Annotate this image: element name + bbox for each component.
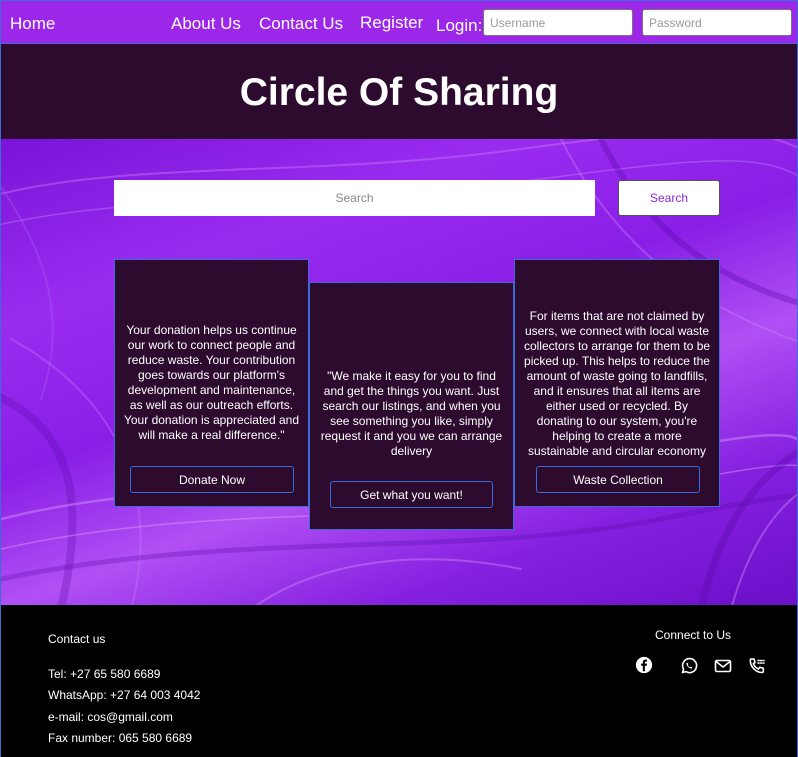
whatsapp-icon[interactable] xyxy=(679,656,699,676)
get-items-card-text: "We make it easy for you to find and get… xyxy=(320,369,503,458)
contact-email: e-mail: cos@gmail.com xyxy=(48,710,173,724)
site-title: Circle Of Sharing xyxy=(239,71,559,114)
facebook-icon[interactable] xyxy=(635,656,655,676)
waste-collection-card-text: For items that are not claimed by users,… xyxy=(523,309,711,458)
login-label: Login: xyxy=(436,16,483,35)
waste-collection-card: For items that are not claimed by users,… xyxy=(514,259,720,507)
nav-home-link[interactable]: Home xyxy=(10,14,55,34)
nav-register-link[interactable]: Register xyxy=(360,13,423,33)
password-input[interactable] xyxy=(642,9,792,36)
get-items-card: "We make it easy for you to find and get… xyxy=(309,282,514,530)
contact-fax: Fax number: 065 580 6689 xyxy=(48,731,193,745)
waste-collection-button[interactable]: Waste Collection xyxy=(536,466,700,493)
hero-section: Search Your donation helps us continue o… xyxy=(0,139,798,605)
connect-heading: Connect to Us xyxy=(655,628,732,642)
donate-now-button[interactable]: Donate Now xyxy=(130,466,294,493)
top-navbar: Home About Us Contact Us Register Login: xyxy=(0,0,798,44)
contact-tel: Tel: +27 65 580 6689 xyxy=(48,667,161,681)
contact-whatsapp: WhatsApp: +27 64 003 4042 xyxy=(48,688,201,702)
nav-contact-link[interactable]: Contact Us xyxy=(259,14,343,34)
donation-card-text: Your donation helps us continue our work… xyxy=(123,323,300,442)
search-input[interactable] xyxy=(114,180,595,216)
contact-heading: Contact us xyxy=(48,632,106,646)
donation-card: Your donation helps us continue our work… xyxy=(114,259,309,507)
phone-icon[interactable] xyxy=(747,656,767,676)
username-input[interactable] xyxy=(483,9,633,36)
mail-icon[interactable] xyxy=(713,656,733,676)
search-button[interactable]: Search xyxy=(618,180,720,216)
site-header: Circle Of Sharing xyxy=(0,44,798,139)
get-what-you-want-button[interactable]: Get what you want! xyxy=(330,481,493,508)
site-footer: Contact us Tel: +27 65 580 6689 WhatsApp… xyxy=(0,605,798,757)
nav-about-link[interactable]: About Us xyxy=(171,14,241,34)
